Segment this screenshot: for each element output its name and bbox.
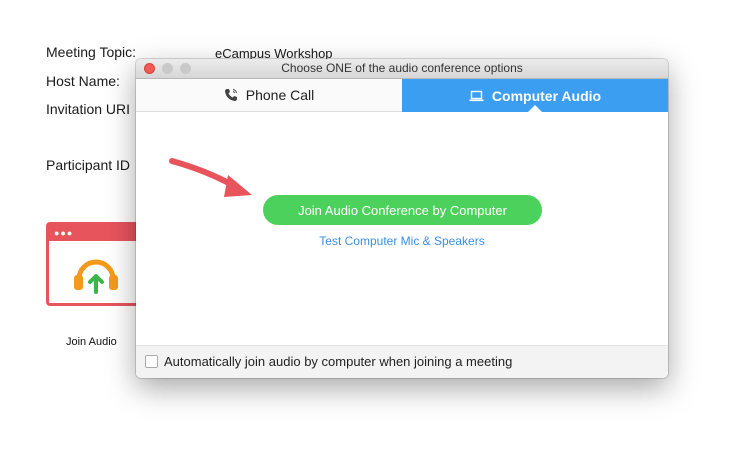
tab-computer-audio-label: Computer Audio [491, 87, 602, 104]
auto-join-label[interactable]: Automatically join audio by computer whe… [164, 354, 512, 369]
laptop-icon [469, 90, 484, 102]
host-name-label: Host Name: [46, 73, 120, 89]
phone-icon [224, 88, 238, 102]
tab-phone-call-label: Phone Call [245, 87, 315, 103]
participant-id-label: Participant ID [46, 157, 131, 173]
join-audio-button[interactable]: ●●● [46, 222, 144, 306]
headphones-icon [71, 249, 121, 300]
dialog-titlebar: Choose ONE of the audio conference optio… [136, 59, 668, 79]
auto-join-checkbox[interactable] [145, 355, 158, 368]
meeting-topic-label: Meeting Topic: [46, 44, 137, 60]
tab-computer-audio[interactable]: Computer Audio [402, 79, 668, 113]
dialog-footer: Automatically join audio by computer whe… [136, 345, 668, 378]
dialog-title: Choose ONE of the audio conference optio… [281, 61, 523, 75]
tab-phone-call[interactable]: Phone Call [136, 79, 402, 112]
pointer-arrow [168, 157, 258, 206]
tile-window-bar: ●●● [49, 225, 141, 241]
active-tab-caret [527, 105, 543, 113]
test-mic-speakers-link[interactable]: Test Computer Mic & Speakers [136, 234, 668, 248]
join-audio-by-computer-button[interactable]: Join Audio Conference by Computer [263, 195, 542, 225]
invitation-url-label: Invitation URI [46, 101, 131, 117]
audio-options-dialog: Choose ONE of the audio conference optio… [136, 59, 668, 378]
join-audio-label: Join Audio [66, 336, 117, 348]
audio-option-tabs: Phone Call Computer Audio [136, 79, 668, 113]
